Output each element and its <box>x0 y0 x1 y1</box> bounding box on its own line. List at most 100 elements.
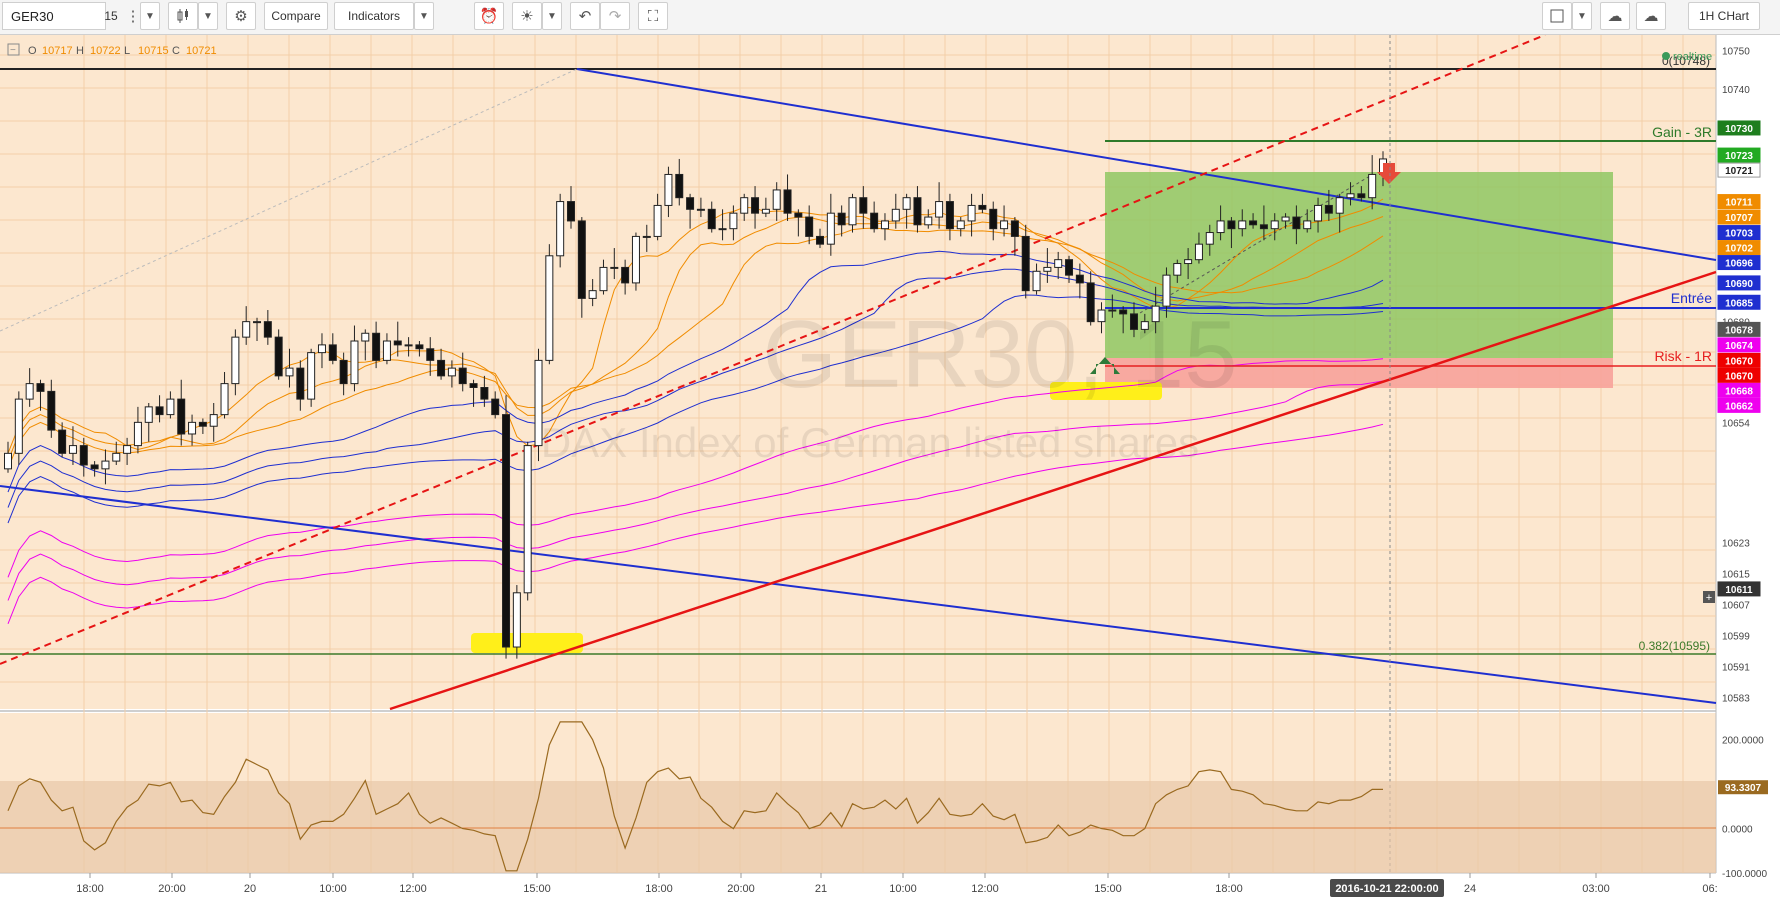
redo-icon[interactable]: ↷ <box>600 2 630 30</box>
candle[interactable] <box>729 212 738 230</box>
candle[interactable] <box>1140 321 1149 330</box>
candle[interactable] <box>848 197 857 226</box>
candle[interactable] <box>58 429 67 454</box>
candle[interactable] <box>805 216 814 237</box>
candle[interactable] <box>263 321 272 338</box>
compare-button[interactable]: Compare <box>264 2 328 30</box>
chart-area[interactable]: GER30, 15 DAX Index of German listed sha… <box>0 34 1780 906</box>
candle[interactable] <box>566 201 575 222</box>
candle[interactable] <box>870 212 879 230</box>
candle[interactable] <box>642 235 651 238</box>
candle[interactable] <box>740 197 749 214</box>
candle[interactable] <box>664 173 673 206</box>
candle[interactable] <box>1162 274 1171 307</box>
candle[interactable] <box>956 220 965 230</box>
candle[interactable] <box>686 197 695 210</box>
candle[interactable] <box>447 367 456 377</box>
candle[interactable] <box>718 228 727 231</box>
candle[interactable] <box>707 208 716 230</box>
candle[interactable] <box>534 359 543 447</box>
candle[interactable] <box>837 212 846 226</box>
candle[interactable] <box>967 204 976 222</box>
candle[interactable] <box>783 189 792 214</box>
candle[interactable] <box>198 421 207 427</box>
candle[interactable] <box>4 452 12 470</box>
candle[interactable] <box>935 201 944 218</box>
candle[interactable] <box>25 383 34 400</box>
candle[interactable] <box>891 208 900 222</box>
candle[interactable] <box>880 220 889 230</box>
candle[interactable] <box>415 344 424 350</box>
candle[interactable] <box>1335 197 1344 214</box>
candle[interactable] <box>253 321 262 324</box>
candle[interactable] <box>826 212 835 245</box>
candle[interactable] <box>361 332 370 342</box>
candle[interactable] <box>794 212 803 218</box>
lightbulb-icon[interactable]: ☀ <box>512 2 542 30</box>
candle[interactable] <box>393 340 402 346</box>
indicators-dropdown-icon[interactable]: ▼ <box>414 2 434 30</box>
candle[interactable] <box>47 390 56 431</box>
interval-dropdown-icon[interactable]: ▼ <box>140 2 160 30</box>
candle[interactable] <box>36 383 45 392</box>
candle[interactable] <box>1249 220 1258 226</box>
indicators-button[interactable]: Indicators <box>334 2 414 30</box>
candle[interactable] <box>1075 274 1084 284</box>
candle[interactable] <box>339 359 348 385</box>
candle[interactable] <box>502 414 511 648</box>
chart-style-dropdown-icon[interactable]: ▼ <box>198 2 218 30</box>
candle[interactable] <box>155 406 164 416</box>
candle[interactable] <box>112 452 121 462</box>
candle[interactable] <box>1238 220 1247 230</box>
candle[interactable] <box>1292 216 1301 230</box>
candle[interactable] <box>372 332 381 361</box>
candle[interactable] <box>675 173 684 199</box>
candle[interactable] <box>631 235 640 284</box>
candle[interactable] <box>307 352 316 400</box>
candle[interactable] <box>296 367 305 400</box>
layout-square-icon[interactable] <box>1542 2 1572 30</box>
candle[interactable] <box>1108 309 1117 312</box>
candle[interactable] <box>512 592 521 648</box>
candle[interactable] <box>924 216 933 226</box>
candle[interactable] <box>274 336 283 377</box>
candle[interactable] <box>1194 243 1203 261</box>
candle[interactable] <box>1065 259 1074 276</box>
candle[interactable] <box>317 344 326 354</box>
candlestick-style-icon[interactable] <box>168 2 198 30</box>
interval-menu-icon[interactable]: ⋮ <box>126 2 141 30</box>
candle[interactable] <box>382 340 391 361</box>
candle[interactable] <box>101 460 110 470</box>
candle[interactable] <box>1000 220 1009 230</box>
ideas-dropdown-icon[interactable]: ▼ <box>542 2 562 30</box>
candle[interactable] <box>577 220 586 299</box>
candle[interactable] <box>751 197 760 214</box>
candle[interactable] <box>1346 193 1355 199</box>
interval-label[interactable]: 15 <box>96 2 126 30</box>
candle[interactable] <box>68 445 77 454</box>
candle[interactable] <box>696 208 705 211</box>
candle[interactable] <box>177 398 186 435</box>
candle[interactable] <box>1054 259 1063 268</box>
candle[interactable] <box>1216 220 1225 234</box>
candle[interactable] <box>90 464 99 470</box>
candle[interactable] <box>350 340 359 385</box>
settings-gear-icon[interactable]: ⚙ <box>226 2 256 30</box>
candle[interactable] <box>1097 309 1106 323</box>
candle[interactable] <box>913 197 922 226</box>
candle[interactable] <box>816 235 825 245</box>
timeframe-label[interactable]: 1H CHart <box>1688 2 1760 30</box>
candle[interactable] <box>188 421 197 435</box>
candle[interactable] <box>426 348 435 361</box>
candle[interactable] <box>978 204 987 210</box>
alert-clock-icon[interactable]: ⏰ <box>474 2 504 30</box>
candle[interactable] <box>123 445 132 454</box>
candle[interactable] <box>989 208 998 230</box>
candle[interactable] <box>1259 224 1268 230</box>
candle[interactable] <box>1270 220 1279 230</box>
candle[interactable] <box>1043 266 1052 272</box>
fullscreen-icon[interactable]: ⛶ <box>638 2 668 30</box>
candle[interactable] <box>133 421 142 447</box>
candle[interactable] <box>1119 309 1128 315</box>
candle[interactable] <box>902 197 911 210</box>
